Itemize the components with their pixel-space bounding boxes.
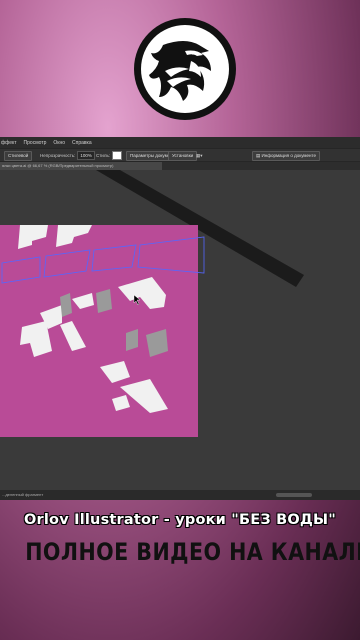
status-text: ...деленный фрагмент xyxy=(2,492,44,497)
style-swatch[interactable] xyxy=(112,151,123,160)
menu-view[interactable]: Просмотр xyxy=(24,140,47,146)
style-button[interactable]: Стилевой xyxy=(4,150,33,161)
menu-effect[interactable]: ффект xyxy=(1,140,17,146)
document-info-label: Информация о документе xyxy=(261,152,317,158)
opacity-field[interactable]: 100% xyxy=(77,151,95,160)
arrange-icon[interactable]: ▦▾ xyxy=(196,153,203,159)
arrange-control: ▦▾ xyxy=(196,151,203,160)
caption-subtitle: Orlov Illustrator - уроки "БЕЗ ВОДЫ" xyxy=(24,512,336,528)
style-picker-control: Стиль: xyxy=(96,151,123,160)
caption-title: ПОЛНОЕ ВИДЕО НА КАНАЛЕ xyxy=(25,538,360,566)
preferences-button[interactable]: Установки xyxy=(168,150,198,161)
channel-logo xyxy=(134,18,236,120)
logo-inner xyxy=(141,25,229,113)
opacity-label: Непрозрачность: xyxy=(40,153,76,158)
doc-info-control: ▤ Информация о документе xyxy=(252,150,321,161)
menu-help[interactable]: Справка xyxy=(72,140,92,146)
style-label: Стиль: xyxy=(96,153,111,158)
illustrator-window: ффект Просмотр Окно Справка Стилевой Неп… xyxy=(0,137,360,500)
eagle-head-icon xyxy=(149,41,211,101)
menu-window[interactable]: Окно xyxy=(53,140,65,146)
style-control: Стилевой xyxy=(4,150,33,161)
settings-control: Установки xyxy=(168,150,198,161)
canvas-area xyxy=(0,170,304,437)
document-info-button[interactable]: ▤ Информация о документе xyxy=(252,150,321,161)
opacity-control: Непрозрачность: 100% xyxy=(40,151,95,160)
menu-bar: ффект Просмотр Окно Справка xyxy=(0,137,360,148)
document-tab[interactable]: ялки цвета.ai @ 66,67 % (RGB/Предварител… xyxy=(0,162,162,170)
control-bar: Стилевой Непрозрачность: 100% Стиль: Пар… xyxy=(0,148,360,162)
status-bar: ...деленный фрагмент xyxy=(0,490,360,500)
horizontal-scrollbar[interactable] xyxy=(276,493,312,497)
